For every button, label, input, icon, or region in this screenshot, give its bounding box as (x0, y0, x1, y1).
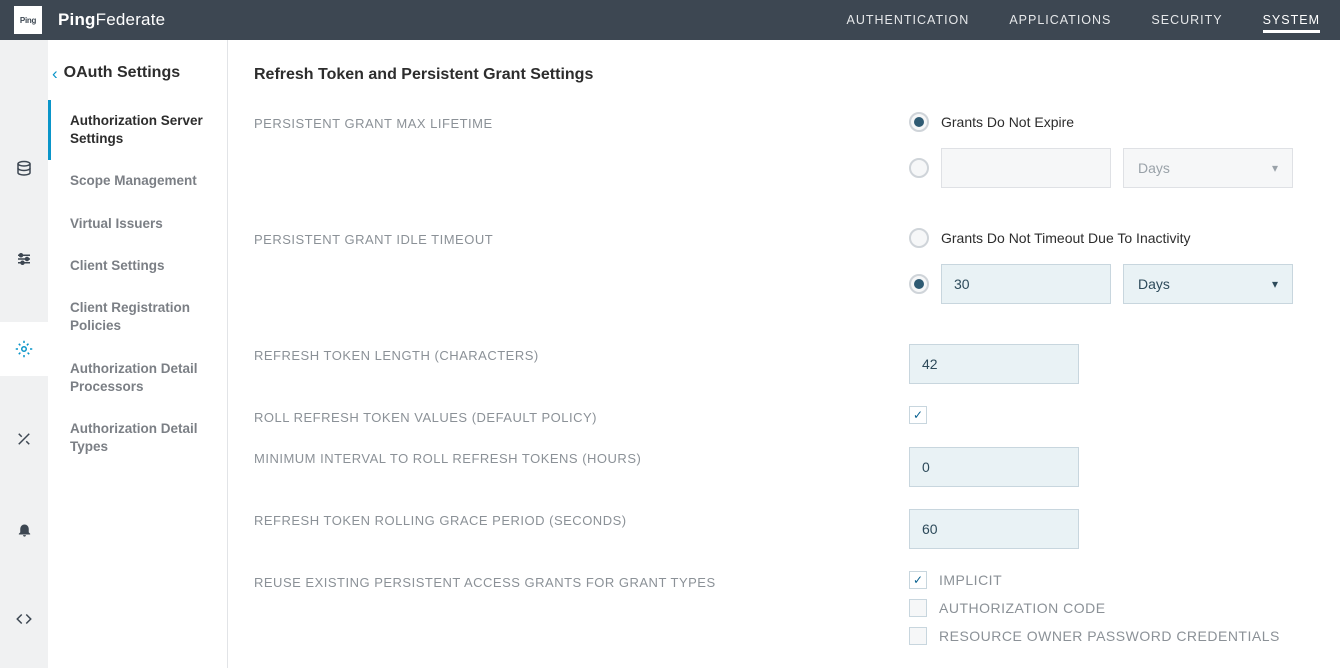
sidebar-item-auth-detail-processors[interactable]: Authorization Detail Processors (48, 348, 227, 408)
sidebar-item-virtual-issuers[interactable]: Virtual Issuers (48, 203, 227, 245)
nav-security[interactable]: SECURITY (1151, 7, 1222, 33)
brand-logo-text: PingFederate (58, 10, 165, 30)
sliders-icon[interactable] (14, 249, 34, 269)
code-icon[interactable] (14, 609, 34, 629)
checkbox-roll-values[interactable]: ✓ (909, 406, 927, 424)
label-roll-values: ROLL REFRESH TOKEN VALUES (DEFAULT POLIC… (254, 406, 909, 425)
sidebar-item-client-settings[interactable]: Client Settings (48, 245, 227, 287)
nav-applications[interactable]: APPLICATIONS (1009, 7, 1111, 33)
tools-icon[interactable] (14, 429, 34, 449)
row-roll-values: ROLL REFRESH TOKEN VALUES (DEFAULT POLIC… (254, 406, 1314, 425)
input-grace-period[interactable] (909, 509, 1079, 549)
bell-icon[interactable] (14, 519, 34, 539)
sidebar-item-client-registration-policies[interactable]: Client Registration Policies (48, 287, 227, 347)
sidebar: ‹ OAuth Settings Authorization Server Se… (48, 40, 228, 668)
select-idle-timeout-unit[interactable]: Days ▾ (1123, 264, 1293, 304)
top-nav: AUTHENTICATION APPLICATIONS SECURITY SYS… (847, 7, 1320, 33)
radio-grants-do-not-expire[interactable] (909, 112, 929, 132)
radio-label-no-expire: Grants Do Not Expire (941, 114, 1074, 130)
checkbox-authorization-code[interactable]: ✓ (909, 599, 927, 617)
row-max-lifetime: PERSISTENT GRANT MAX LIFETIME Grants Do … (254, 112, 1314, 188)
row-min-interval: MINIMUM INTERVAL TO ROLL REFRESH TOKENS … (254, 447, 1314, 487)
label-refresh-length: REFRESH TOKEN LENGTH (CHARACTERS) (254, 344, 909, 363)
sidebar-item-auth-server-settings[interactable]: Authorization Server Settings (48, 100, 227, 160)
main-content: Refresh Token and Persistent Grant Setti… (228, 40, 1340, 668)
icon-rail (0, 40, 48, 668)
brand-logo-square: Ping (14, 6, 42, 34)
select-max-lifetime-unit[interactable]: Days ▾ (1123, 148, 1293, 188)
checkbox-label-auth-code: AUTHORIZATION CODE (939, 600, 1106, 616)
label-idle-timeout: PERSISTENT GRANT IDLE TIMEOUT (254, 228, 909, 247)
row-grace-period: REFRESH TOKEN ROLLING GRACE PERIOD (SECO… (254, 509, 1314, 549)
input-max-lifetime[interactable] (941, 148, 1111, 188)
label-min-interval: MINIMUM INTERVAL TO ROLL REFRESH TOKENS … (254, 447, 909, 466)
label-grace-period: REFRESH TOKEN ROLLING GRACE PERIOD (SECO… (254, 509, 909, 528)
input-min-interval[interactable] (909, 447, 1079, 487)
checkbox-label-implicit: IMPLICIT (939, 572, 1002, 588)
input-idle-timeout[interactable] (941, 264, 1111, 304)
radio-max-lifetime-value[interactable] (909, 158, 929, 178)
radio-label-no-timeout: Grants Do Not Timeout Due To Inactivity (941, 230, 1191, 246)
section-title: Refresh Token and Persistent Grant Setti… (254, 66, 1314, 84)
row-reuse-grants: REUSE EXISTING PERSISTENT ACCESS GRANTS … (254, 571, 1314, 645)
row-idle-timeout: PERSISTENT GRANT IDLE TIMEOUT Grants Do … (254, 228, 1314, 304)
sidebar-item-auth-detail-types[interactable]: Authorization Detail Types (48, 408, 227, 468)
checkbox-ropc[interactable]: ✓ (909, 627, 927, 645)
chevron-down-icon: ▾ (1272, 277, 1278, 291)
checkbox-label-ropc: RESOURCE OWNER PASSWORD CREDENTIALS (939, 628, 1280, 644)
radio-grants-no-timeout[interactable] (909, 228, 929, 248)
input-refresh-length[interactable] (909, 344, 1079, 384)
label-max-lifetime: PERSISTENT GRANT MAX LIFETIME (254, 112, 909, 131)
sidebar-item-scope-management[interactable]: Scope Management (48, 160, 227, 202)
database-icon[interactable] (14, 159, 34, 179)
gear-icon[interactable] (14, 339, 34, 359)
chevron-down-icon: ▾ (1272, 161, 1278, 175)
radio-idle-timeout-value[interactable] (909, 274, 929, 294)
label-reuse-grants: REUSE EXISTING PERSISTENT ACCESS GRANTS … (254, 571, 909, 590)
nav-authentication[interactable]: AUTHENTICATION (847, 7, 970, 33)
row-refresh-length: REFRESH TOKEN LENGTH (CHARACTERS) (254, 344, 1314, 384)
nav-system[interactable]: SYSTEM (1263, 7, 1320, 33)
chevron-left-icon: ‹ (52, 65, 58, 82)
sidebar-back[interactable]: ‹ OAuth Settings (48, 60, 227, 100)
checkbox-implicit[interactable]: ✓ (909, 571, 927, 589)
top-header: Ping PingFederate AUTHENTICATION APPLICA… (0, 0, 1340, 40)
